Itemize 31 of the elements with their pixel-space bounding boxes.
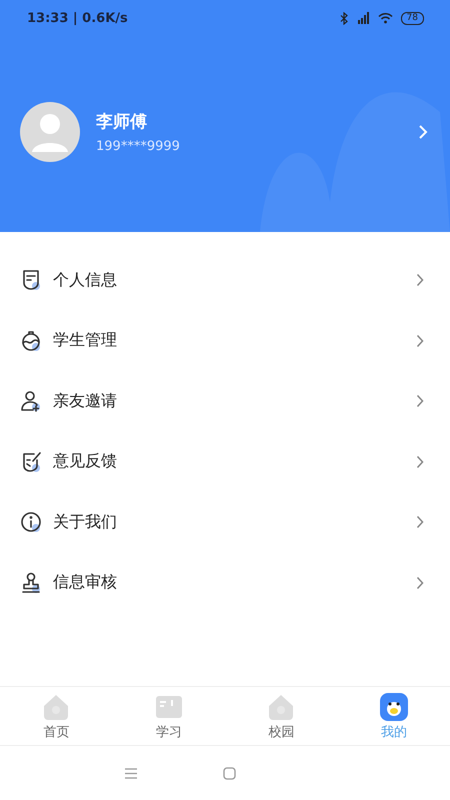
- user-name: 李师傅: [96, 111, 148, 133]
- avatar: [20, 102, 80, 162]
- menu-item[interactable]: 学生管理: [0, 310, 450, 371]
- chevron-right-icon: [416, 273, 424, 288]
- menu-icon[interactable]: [124, 768, 136, 778]
- tab[interactable]: 首页: [0, 687, 112, 745]
- add-person-icon: [19, 389, 43, 414]
- chevron-right-icon: [416, 334, 424, 348]
- menu-item[interactable]: 意见反馈: [0, 432, 450, 492]
- chevron-right-icon: [416, 515, 424, 530]
- chevron-right-icon: [416, 454, 424, 469]
- menu-item[interactable]: 亲友邀请: [0, 371, 450, 432]
- chevron-right-icon: [418, 124, 428, 140]
- status-time: 13:33 | 0.6K/s: [27, 10, 128, 26]
- wifi-icon: [378, 12, 393, 24]
- menu-item[interactable]: 关于我们: [0, 492, 450, 552]
- chevron-right-icon: [416, 394, 424, 408]
- profile-card[interactable]: 李师傅 199****9999: [0, 102, 450, 162]
- mascot-icon: [378, 692, 409, 722]
- ornament-icon: [19, 328, 43, 353]
- menu-item[interactable]: 个人信息: [0, 250, 450, 310]
- menu-item[interactable]: 信息审核: [0, 552, 450, 613]
- chevron-right-icon: [416, 576, 424, 590]
- signal-icon: [356, 12, 370, 24]
- tab[interactable]: 学习: [112, 687, 225, 745]
- phone-number: 199****9999: [96, 139, 181, 154]
- bluetooth-icon: [340, 12, 348, 24]
- info-icon: [19, 510, 43, 534]
- tab[interactable]: 校园: [225, 687, 338, 745]
- home-square-icon[interactable]: [222, 766, 236, 780]
- battery-indicator: 78: [400, 12, 424, 24]
